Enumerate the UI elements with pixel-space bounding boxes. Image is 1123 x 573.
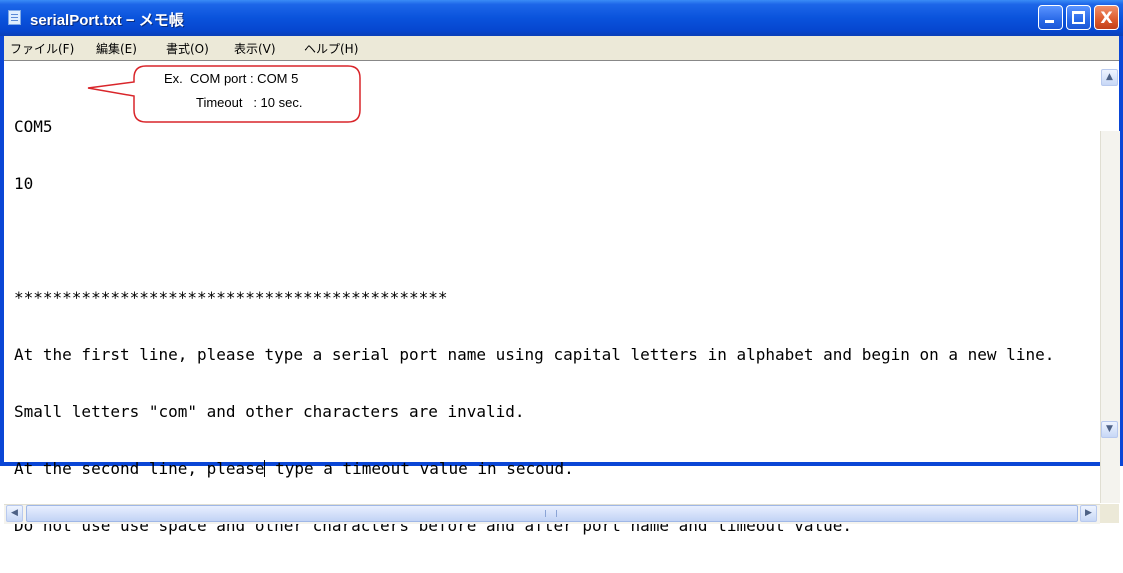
menu-format[interactable]: 書式(O): [166, 40, 209, 57]
scroll-up-icon: ▲: [1106, 72, 1113, 82]
notepad-icon[interactable]: [8, 10, 21, 25]
text-line: COM5: [14, 117, 53, 136]
text-line: 10: [14, 174, 34, 193]
text-line: [14, 231, 1094, 250]
menu-edit[interactable]: 編集(E): [96, 40, 137, 57]
text-line: ****************************************…: [14, 288, 448, 307]
scroll-down-button[interactable]: ▼: [1101, 421, 1118, 438]
minimize-button[interactable]: [1038, 5, 1063, 30]
title-bar[interactable]: serialPort.txt − メモ帳 X: [0, 0, 1123, 36]
close-button[interactable]: X: [1094, 5, 1119, 30]
scroll-up-button[interactable]: ▲: [1101, 69, 1118, 86]
text-before-caret: At the second line, please: [14, 459, 265, 478]
text-editor[interactable]: COM5 10 ********************************…: [4, 60, 1120, 535]
menu-bar: ファイル(F) 編集(E) 書式(O) 表示(V) ヘルプ(H): [4, 36, 1119, 60]
scroll-right-button[interactable]: ▶: [1080, 505, 1097, 522]
horizontal-scroll-thumb[interactable]: [26, 505, 1078, 522]
text-after-caret: type a timeout value in secoud.: [265, 459, 574, 478]
close-icon: X: [1100, 8, 1113, 27]
callout-line-1: Ex. COM port : COM 5: [164, 71, 299, 86]
menu-view[interactable]: 表示(V): [234, 40, 276, 57]
text-line: At the first line, please type a serial …: [14, 345, 1055, 364]
scroll-left-icon: ◀: [11, 508, 18, 518]
scroll-down-icon: ▼: [1106, 424, 1113, 434]
notepad-window: serialPort.txt − メモ帳 X ファイル(F) 編集(E) 書式(…: [0, 0, 1123, 535]
menu-help[interactable]: ヘルプ(H): [304, 40, 358, 57]
vertical-scrollbar[interactable]: [1100, 131, 1120, 503]
text-line: Small letters "com" and other characters…: [14, 402, 525, 421]
window-title: serialPort.txt − メモ帳: [30, 12, 184, 29]
menu-file[interactable]: ファイル(F): [10, 40, 74, 57]
resize-grip[interactable]: [1100, 504, 1119, 523]
scroll-right-icon: ▶: [1085, 508, 1092, 518]
scroll-thumb-grip: [545, 510, 557, 517]
scroll-left-button[interactable]: ◀: [6, 505, 23, 522]
callout-line-2: Timeout : 10 sec.: [196, 95, 303, 110]
maximize-button[interactable]: [1066, 5, 1091, 30]
document-text[interactable]: COM5 10 ********************************…: [14, 79, 1094, 573]
text-line: At the second line, please type a timeou…: [14, 459, 1094, 478]
